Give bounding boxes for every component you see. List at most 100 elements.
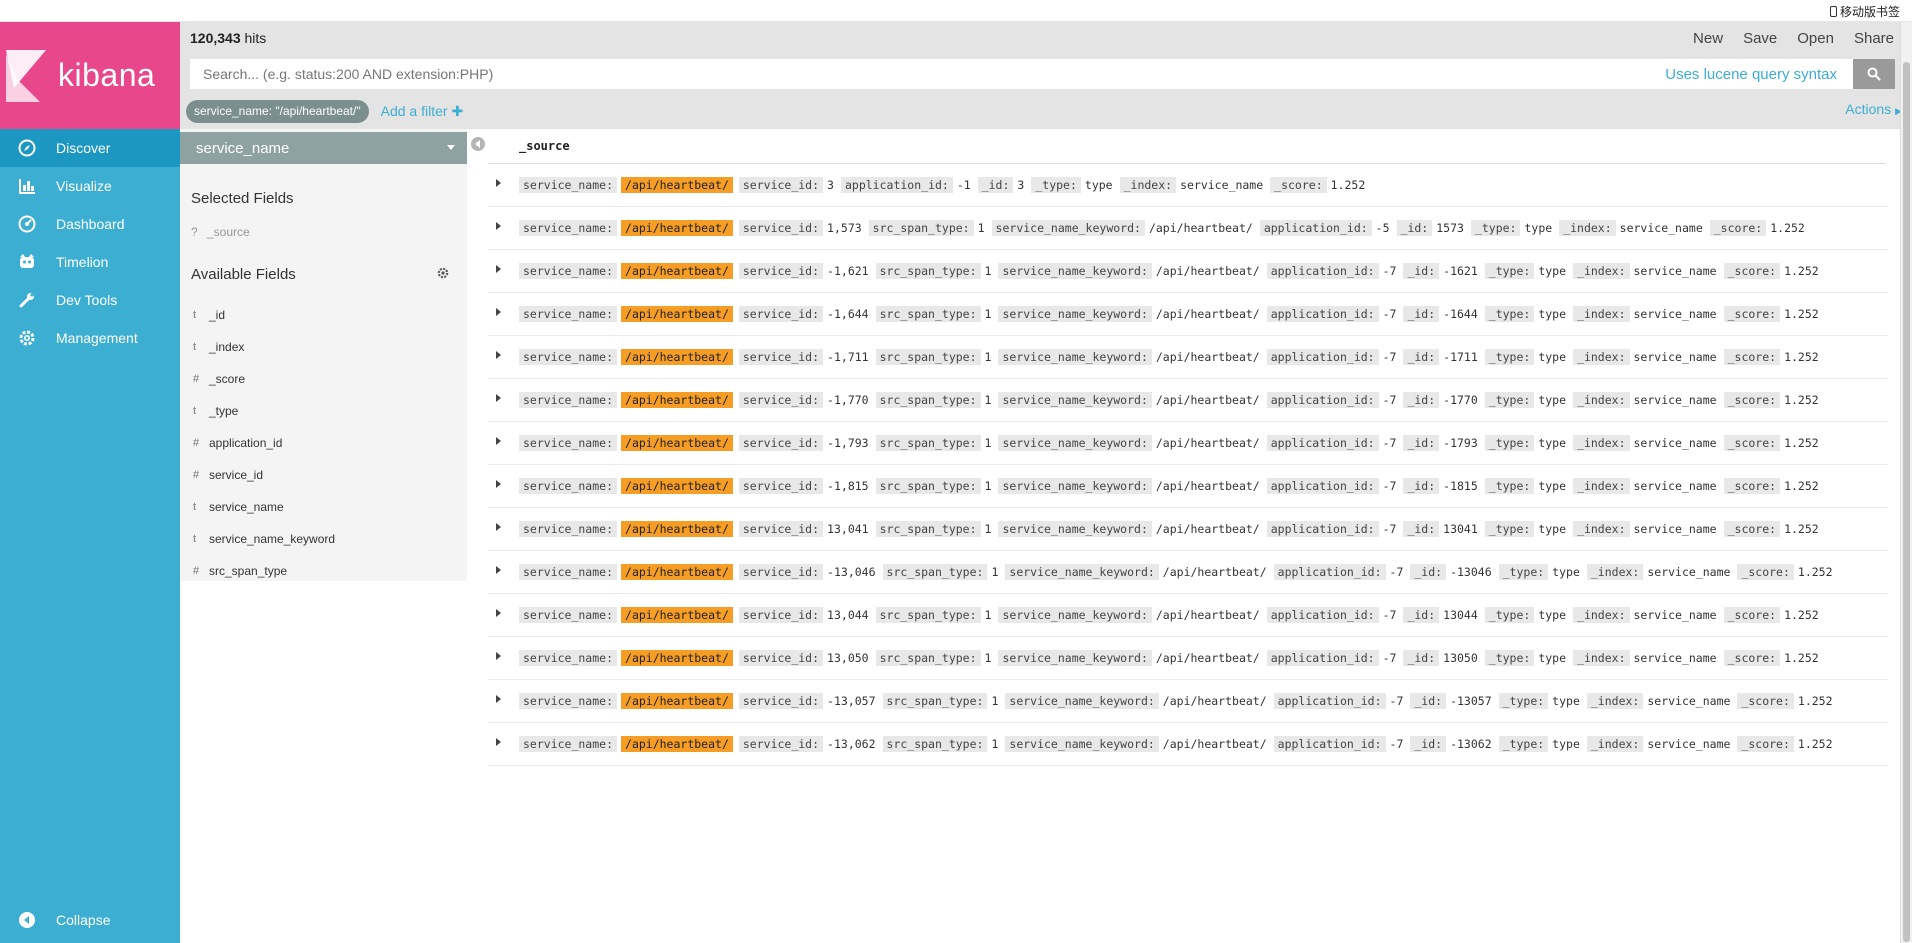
sidebar-item-dashboard[interactable]: Dashboard <box>0 205 180 243</box>
expand-row-toggle[interactable] <box>496 609 501 617</box>
filter-pill[interactable]: service_name: "/api/heartbeat/" <box>186 99 369 123</box>
field-value: 13050 <box>1443 651 1478 665</box>
collapse-button[interactable]: Collapse <box>0 905 110 935</box>
field-key: _score: <box>1723 607 1781 623</box>
field-key: application_id: <box>1266 607 1379 623</box>
field-value: /api/heartbeat/ <box>621 349 733 365</box>
add-filter-button[interactable]: Add a filter ✚ <box>381 103 464 120</box>
field-value: /api/heartbeat/ <box>621 564 733 580</box>
row-source: service_name:/api/heartbeat/service_id: 1… <box>488 594 1888 636</box>
field-item-id[interactable]: t _id <box>180 299 467 331</box>
expand-row-toggle[interactable] <box>496 566 501 574</box>
field-value: -1,793 <box>827 436 869 450</box>
collapse-sidebar-toggle[interactable] <box>471 137 485 151</box>
field-value: 1573 <box>1436 221 1464 235</box>
field-value: type <box>1538 608 1567 622</box>
field-key: _index: <box>1573 521 1630 537</box>
field-item-score[interactable]: # _score <box>180 363 467 395</box>
field-key: application_id: <box>840 177 953 193</box>
sidebar-item-discover[interactable]: Discover <box>0 129 180 167</box>
field-value: -7 <box>1382 479 1397 493</box>
field-key: _type: <box>1484 650 1535 666</box>
save-button[interactable]: Save <box>1743 30 1777 47</box>
field-value: /api/heartbeat/ <box>621 435 733 451</box>
expand-row-toggle[interactable] <box>496 351 501 359</box>
expand-row-toggle[interactable] <box>496 523 501 531</box>
field-value: /api/heartbeat/ <box>621 263 733 279</box>
gear-icon[interactable] <box>437 267 449 279</box>
expand-row-toggle[interactable] <box>496 308 501 316</box>
field-value: /api/heartbeat/ <box>1162 694 1267 708</box>
expand-row-toggle[interactable] <box>496 652 501 660</box>
expand-row-toggle[interactable] <box>496 222 501 230</box>
string-type-icon: t <box>193 405 197 417</box>
row-source: service_name:/api/heartbeat/service_id: 1… <box>488 207 1888 249</box>
field-name: application_id <box>209 436 283 450</box>
field-value: 13,050 <box>827 651 869 665</box>
expand-row-toggle[interactable] <box>496 695 501 703</box>
expand-row-toggle[interactable] <box>496 394 501 402</box>
page-scrollbar[interactable] <box>1900 22 1912 943</box>
sidebar-item-timelion[interactable]: Timelion <box>0 243 180 281</box>
field-item-service-name-keyword[interactable]: t service_name_keyword <box>180 523 467 555</box>
expand-row-toggle[interactable] <box>496 480 501 488</box>
expand-row-toggle[interactable] <box>496 437 501 445</box>
search-button[interactable] <box>1853 59 1895 89</box>
field-key: _id: <box>1403 349 1440 365</box>
field-key: src_span_type: <box>875 349 981 365</box>
selected-field-source[interactable]: ? _source <box>180 225 467 239</box>
field-key: service_name_keyword: <box>1005 564 1159 580</box>
field-key: service_name_keyword: <box>998 607 1152 623</box>
share-button[interactable]: Share <box>1854 30 1894 47</box>
field-value: -1,621 <box>827 264 869 278</box>
field-item-application-id[interactable]: # application_id <box>180 427 467 459</box>
new-button[interactable]: New <box>1693 30 1723 47</box>
field-item-service-name[interactable]: t service_name <box>180 491 467 523</box>
field-item-index[interactable]: t _index <box>180 331 467 363</box>
field-value: -13,062 <box>827 737 876 751</box>
field-value: service_name <box>1633 307 1717 321</box>
sidebar-item-dev-tools[interactable]: Dev Tools <box>0 281 180 319</box>
field-value: /api/heartbeat/ <box>621 220 733 236</box>
lucene-syntax-link[interactable]: Uses lucene query syntax <box>1665 66 1837 83</box>
field-value: -1,770 <box>827 393 869 407</box>
bar-chart-icon <box>18 177 56 195</box>
field-value: 13044 <box>1443 608 1478 622</box>
sidebar-item-management[interactable]: Management <box>0 319 180 357</box>
field-name: _id <box>209 308 226 322</box>
expand-row-toggle[interactable] <box>496 265 501 273</box>
field-key: src_span_type: <box>875 607 981 623</box>
wrench-icon <box>18 291 56 309</box>
field-item-service-id[interactable]: # service_id <box>180 459 467 491</box>
open-button[interactable]: Open <box>1797 30 1834 47</box>
field-item-src-span-type[interactable]: # src_span_type <box>180 555 467 587</box>
browser-bookmark-bar: 移动版书签 <box>0 0 1912 22</box>
field-value: 1.252 <box>1797 565 1833 579</box>
sidebar-item-visualize[interactable]: Visualize <box>0 167 180 205</box>
scrollbar-thumb[interactable] <box>1903 62 1910 942</box>
expand-row-toggle[interactable] <box>496 179 501 187</box>
mobile-bookmarks[interactable]: 移动版书签 <box>1829 3 1900 20</box>
field-value: 1 <box>984 393 992 407</box>
search-input[interactable] <box>190 59 1853 89</box>
expand-row-toggle[interactable] <box>496 738 501 746</box>
field-name: _source <box>207 225 250 239</box>
kibana-logo-icon <box>6 49 46 102</box>
field-key: _index: <box>1573 435 1630 451</box>
field-item-type[interactable]: t _type <box>180 395 467 427</box>
field-value: 1 <box>984 307 992 321</box>
field-value: /api/heartbeat/ <box>621 392 733 408</box>
kibana-logo[interactable]: kibana <box>0 22 180 129</box>
row-source: service_name:/api/heartbeat/service_id: 3… <box>488 164 1888 206</box>
field-key: _score: <box>1737 693 1794 709</box>
table-row: service_name:/api/heartbeat/service_id: 1… <box>488 207 1888 250</box>
field-value: -1 <box>956 178 971 192</box>
index-pattern-select[interactable]: service_name <box>180 132 467 164</box>
number-type-icon: # <box>193 469 200 481</box>
field-key: _id: <box>1403 306 1440 322</box>
number-type-icon: # <box>193 437 200 449</box>
field-key: service_name: <box>519 521 618 537</box>
field-value: -7 <box>1389 737 1404 751</box>
field-value: -7 <box>1382 307 1397 321</box>
filter-actions-button[interactable]: Actions ▶ <box>1845 101 1902 117</box>
